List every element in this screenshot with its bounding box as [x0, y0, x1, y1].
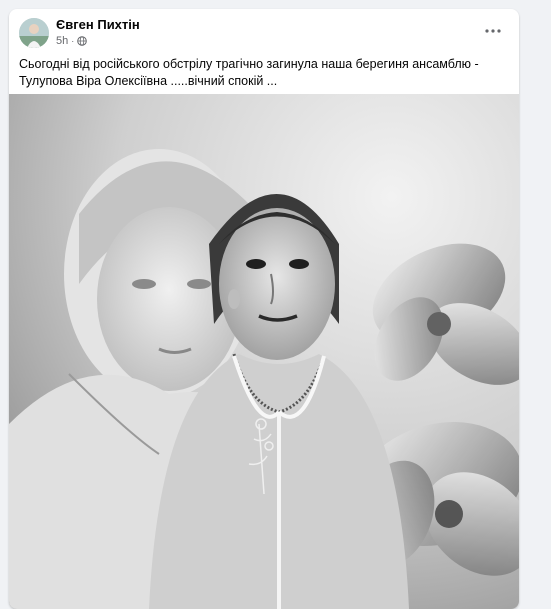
more-horizontal-icon: [485, 29, 501, 33]
post-photo[interactable]: [9, 94, 519, 609]
post-timestamp[interactable]: 5h: [56, 35, 68, 47]
author-avatar[interactable]: [19, 18, 49, 48]
post-header: Євген Пихтін 5h ·: [9, 9, 519, 53]
post-text: Сьогодні від російського обстрілу трагіч…: [19, 57, 479, 88]
author-name[interactable]: Євген Пихтін: [56, 17, 140, 32]
post-meta: 5h ·: [56, 35, 88, 47]
more-options-button[interactable]: [479, 19, 507, 43]
globe-icon[interactable]: [77, 36, 88, 46]
post-card: Євген Пихтін 5h · Сьогодні від російсько…: [9, 9, 519, 609]
avatar-image: [19, 18, 49, 48]
memorial-portrait-image: [9, 94, 519, 609]
meta-separator: ·: [71, 36, 75, 46]
